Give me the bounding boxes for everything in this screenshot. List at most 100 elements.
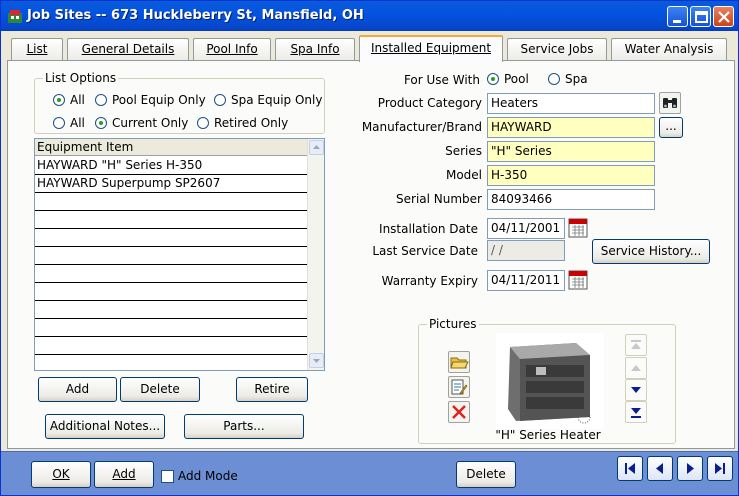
move-picture-down-button[interactable] xyxy=(625,379,647,401)
manufacturer-label: Manufacturer/Brand xyxy=(361,120,482,134)
list-row-empty[interactable] xyxy=(35,319,307,337)
list-row-empty[interactable] xyxy=(35,283,307,301)
model-label: Model xyxy=(445,168,482,182)
delete-x-icon xyxy=(452,405,466,419)
radio-current-only[interactable]: Current Only xyxy=(95,116,188,130)
up-arrow-icon xyxy=(313,145,320,149)
scroll-up-button[interactable] xyxy=(309,140,324,155)
installation-date-field[interactable]: 04/11/2001 xyxy=(487,218,565,239)
minimize-button[interactable] xyxy=(667,6,688,27)
radio-all-equipment[interactable]: All xyxy=(53,93,85,107)
move-picture-top-button[interactable] xyxy=(625,334,647,356)
radio-pool-equip-only[interactable]: Pool Equip Only xyxy=(95,93,206,107)
series-label: Series xyxy=(445,144,482,158)
job-sites-window: Job Sites -- 673 Huckleberry St, Mansfie… xyxy=(0,0,739,496)
list-row-empty[interactable] xyxy=(35,211,307,229)
radio-retired-only[interactable]: Retired Only xyxy=(197,116,288,130)
installed-equipment-panel: List Options All Pool Equip Only Spa Equ… xyxy=(7,60,735,449)
tab-list[interactable]: List xyxy=(11,38,63,61)
service-history-button[interactable]: Service History... xyxy=(592,239,710,264)
equipment-item-column-header[interactable]: Equipment Item xyxy=(35,139,307,156)
edit-picture-button[interactable] xyxy=(448,376,470,398)
add-record-button[interactable]: Add xyxy=(94,461,154,488)
edit-icon xyxy=(451,379,468,395)
up-arrow-icon xyxy=(631,365,641,371)
serial-number-field[interactable]: 84093466 xyxy=(487,189,655,210)
ok-button[interactable]: OK xyxy=(31,461,91,488)
previous-record-button[interactable] xyxy=(647,456,673,481)
list-item[interactable]: HAYWARD "H" Series H-350 xyxy=(35,157,307,175)
list-row-empty[interactable] xyxy=(35,247,307,265)
tab-installed-equipment[interactable]: Installed Equipment xyxy=(359,35,503,62)
scroll-down-button[interactable] xyxy=(309,353,324,368)
model-field[interactable]: H-350 xyxy=(487,165,655,186)
move-picture-up-button[interactable] xyxy=(625,357,647,379)
list-row-empty[interactable] xyxy=(35,301,307,319)
maximize-button[interactable] xyxy=(690,6,711,27)
radio-for-pool[interactable]: Pool xyxy=(487,72,529,86)
list-row-empty[interactable] xyxy=(35,355,307,370)
down-arrow-icon xyxy=(631,387,641,393)
product-category-label: Product Category xyxy=(377,96,482,110)
first-record-button[interactable] xyxy=(617,456,643,481)
tab-service-jobs[interactable]: Service Jobs xyxy=(507,38,607,61)
radio-dot xyxy=(53,94,65,106)
add-mode-checkbox[interactable]: Add Mode xyxy=(161,469,238,483)
tab-pool-info[interactable]: Pool Info xyxy=(193,38,271,61)
equipment-list[interactable]: Equipment Item HAYWARD "H" Series H-350 … xyxy=(34,138,325,371)
last-record-button[interactable] xyxy=(707,456,733,481)
move-picture-bottom-button[interactable] xyxy=(625,401,647,423)
title-bar[interactable]: Job Sites -- 673 Huckleberry St, Mansfie… xyxy=(1,1,738,31)
list-row-empty[interactable] xyxy=(35,337,307,355)
installation-date-label: Installation Date xyxy=(379,222,478,236)
additional-notes-button[interactable]: Additional Notes... xyxy=(45,414,165,439)
browse-manufacturer-button[interactable]: ... xyxy=(659,117,683,138)
tab-general-details[interactable]: General Details xyxy=(67,38,189,61)
checkbox-box xyxy=(161,469,174,483)
for-use-with-label: For Use With xyxy=(403,73,480,87)
tab-strip: List General Details Pool Info Spa Info … xyxy=(7,35,735,62)
list-row-empty[interactable] xyxy=(35,229,307,247)
calendar-icon[interactable] xyxy=(568,270,588,290)
open-picture-button[interactable] xyxy=(448,351,470,373)
add-equipment-button[interactable]: Add xyxy=(38,377,117,402)
close-button[interactable] xyxy=(713,6,734,27)
list-row-empty[interactable] xyxy=(35,265,307,283)
list-scrollbar[interactable] xyxy=(307,139,324,370)
picture-caption: "H" Series Heater xyxy=(495,428,601,442)
radio-all-status[interactable]: All xyxy=(53,116,85,130)
calendar-icon[interactable] xyxy=(568,218,588,238)
first-up-icon xyxy=(631,340,641,349)
radio-for-spa[interactable]: Spa xyxy=(548,72,588,86)
series-field[interactable]: "H" Series xyxy=(487,141,655,162)
delete-picture-button[interactable] xyxy=(448,401,470,423)
warranty-expiry-field[interactable]: 04/11/2011 xyxy=(487,270,565,291)
list-options-label: List Options xyxy=(43,71,119,85)
next-record-button[interactable] xyxy=(677,456,703,481)
retire-equipment-button[interactable]: Retire xyxy=(236,377,308,402)
product-category-field[interactable]: Heaters xyxy=(487,93,655,114)
down-arrow-icon xyxy=(313,359,320,363)
tab-spa-info[interactable]: Spa Info xyxy=(275,38,355,61)
maximize-icon xyxy=(695,11,708,23)
parts-button[interactable]: Parts... xyxy=(184,414,304,439)
radio-dot xyxy=(548,73,560,85)
equipment-picture[interactable] xyxy=(496,333,604,429)
pictures-label: Pictures xyxy=(427,317,479,331)
radio-dot xyxy=(53,117,65,129)
delete-record-button[interactable]: Delete xyxy=(456,461,516,488)
window-title: Job Sites -- 673 Huckleberry St, Mansfie… xyxy=(27,8,364,23)
last-service-date-label: Last Service Date xyxy=(372,244,478,258)
serial-number-label: Serial Number xyxy=(396,192,482,206)
next-record-icon xyxy=(687,463,694,474)
find-button[interactable] xyxy=(659,92,681,114)
manufacturer-field[interactable]: HAYWARD xyxy=(487,117,655,138)
close-icon xyxy=(718,11,730,23)
list-item[interactable]: HAYWARD Superpump SP2607 xyxy=(35,175,307,193)
binoculars-icon xyxy=(663,98,677,108)
radio-spa-equip-only[interactable]: Spa Equip Only xyxy=(214,93,322,107)
delete-equipment-button[interactable]: Delete xyxy=(120,377,200,402)
tab-water-analysis[interactable]: Water Analysis xyxy=(611,38,727,61)
last-down-icon xyxy=(631,408,641,418)
list-row-empty[interactable] xyxy=(35,193,307,211)
